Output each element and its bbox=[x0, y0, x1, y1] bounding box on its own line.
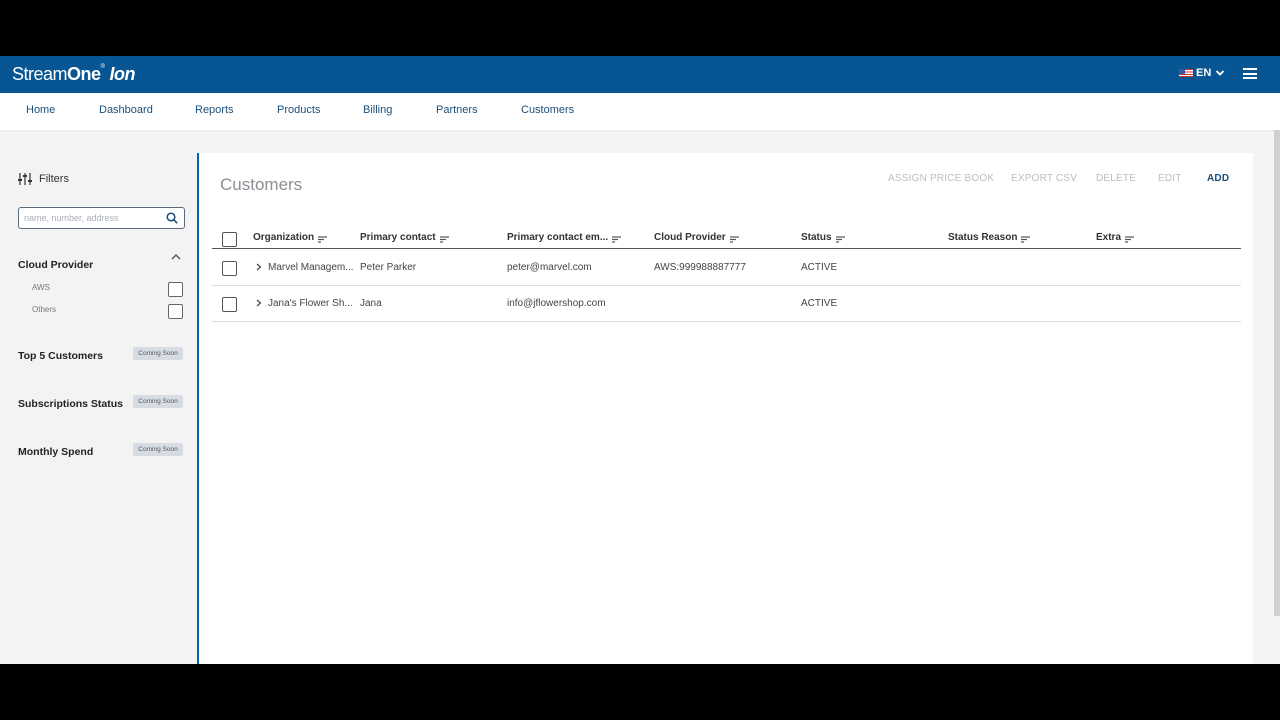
sort-icon[interactable] bbox=[318, 235, 328, 243]
nav-partners[interactable]: Partners bbox=[436, 104, 478, 116]
cell-status: ACTIVE bbox=[801, 298, 838, 309]
cell-email: peter@marvel.com bbox=[507, 262, 592, 273]
language-code: EN bbox=[1196, 67, 1212, 79]
edit-button[interactable]: EDIT bbox=[1158, 173, 1182, 184]
export-csv-button[interactable]: EXPORT CSV bbox=[1011, 173, 1077, 184]
nav-customers[interactable]: Customers bbox=[521, 104, 574, 116]
customers-panel: Customers ASSIGN PRICE BOOK EXPORT CSV D… bbox=[199, 153, 1253, 664]
language-selector[interactable]: EN bbox=[1179, 67, 1225, 79]
cell-status: ACTIVE bbox=[801, 262, 838, 273]
filter-option-others-checkbox[interactable] bbox=[168, 304, 183, 319]
widget-top-customers-title: Top 5 Customers bbox=[18, 350, 103, 362]
table-header: Organization Primary contact Primary con… bbox=[212, 227, 1241, 249]
filter-option-aws-label: AWS bbox=[32, 283, 50, 292]
nav-dashboard[interactable]: Dashboard bbox=[99, 104, 153, 116]
coming-soon-badge: Coming Soon bbox=[133, 443, 183, 456]
select-all-checkbox[interactable] bbox=[222, 232, 237, 247]
cell-primary-contact: Peter Parker bbox=[360, 262, 417, 273]
hamburger-menu-icon[interactable] bbox=[1243, 68, 1257, 80]
cell-organization: Jana's Flower Sh... bbox=[268, 298, 353, 309]
row-checkbox[interactable] bbox=[222, 261, 237, 276]
cell-organization: Marvel Managem... bbox=[268, 262, 354, 273]
main-nav: Home Dashboard Reports Products Billing … bbox=[0, 93, 1280, 130]
filter-option-aws-checkbox[interactable] bbox=[168, 282, 183, 297]
sort-icon[interactable] bbox=[1125, 235, 1135, 243]
sort-icon[interactable] bbox=[835, 235, 845, 243]
table-row[interactable]: Jana's Flower Sh... Jana info@jflowersho… bbox=[212, 286, 1241, 322]
cloud-provider-title[interactable]: Cloud Provider bbox=[18, 259, 93, 271]
app-bar: StreamOne® Ion EN bbox=[0, 56, 1280, 93]
search-input[interactable] bbox=[24, 213, 159, 223]
cell-email: info@jflowershop.com bbox=[507, 298, 606, 309]
table-row[interactable]: Marvel Managem... Peter Parker peter@mar… bbox=[212, 250, 1241, 286]
filter-option-others-label: Others bbox=[32, 305, 57, 314]
widget-subscriptions-title: Subscriptions Status bbox=[18, 398, 124, 410]
filters-label: Filters bbox=[39, 173, 69, 185]
page-title: Customers bbox=[220, 175, 303, 194]
column-header-primary-contact[interactable]: Primary contact bbox=[360, 232, 449, 243]
coming-soon-badge: Coming Soon bbox=[133, 347, 183, 360]
sort-icon[interactable] bbox=[729, 235, 739, 243]
search-icon[interactable] bbox=[166, 212, 178, 224]
chevron-down-icon bbox=[1216, 70, 1225, 76]
nav-billing[interactable]: Billing bbox=[363, 104, 392, 116]
column-header-cloud-provider[interactable]: Cloud Provider bbox=[654, 232, 739, 243]
row-checkbox[interactable] bbox=[222, 297, 237, 312]
cell-primary-contact: Jana bbox=[360, 298, 382, 309]
delete-button[interactable]: DELETE bbox=[1096, 173, 1136, 184]
filters-header: Filters bbox=[18, 173, 69, 185]
filters-sidebar: Filters Cloud Provider AWS Others Top 5 … bbox=[0, 153, 197, 664]
assign-price-book-button[interactable]: ASSIGN PRICE BOOK bbox=[888, 173, 994, 184]
nav-reports[interactable]: Reports bbox=[195, 104, 234, 116]
sliders-icon bbox=[18, 173, 32, 185]
sort-icon[interactable] bbox=[612, 235, 622, 243]
add-button[interactable]: ADD bbox=[1207, 173, 1229, 184]
us-flag-icon bbox=[1179, 69, 1193, 77]
brand-logo[interactable]: StreamOne® Ion bbox=[12, 64, 135, 85]
sort-icon[interactable] bbox=[1021, 235, 1031, 243]
column-header-status-reason[interactable]: Status Reason bbox=[948, 232, 1031, 243]
coming-soon-badge: Coming Soon bbox=[133, 395, 183, 408]
widget-monthly-spend-title: Monthly Spend bbox=[18, 446, 94, 458]
chevron-up-icon[interactable] bbox=[171, 253, 181, 261]
nav-home[interactable]: Home bbox=[26, 104, 55, 116]
app-frame: StreamOne® Ion EN Home Dashboard Reports … bbox=[0, 56, 1280, 664]
chevron-right-icon[interactable] bbox=[256, 299, 262, 307]
column-header-status[interactable]: Status bbox=[801, 232, 845, 243]
chevron-right-icon[interactable] bbox=[256, 263, 262, 271]
page-scrollbar[interactable] bbox=[1274, 130, 1280, 616]
search-field bbox=[18, 207, 185, 229]
sort-icon[interactable] bbox=[439, 235, 449, 243]
nav-products[interactable]: Products bbox=[277, 104, 320, 116]
cell-cloud-provider: AWS:999988887777 bbox=[654, 262, 746, 273]
column-header-organization[interactable]: Organization bbox=[253, 232, 328, 243]
column-header-primary-contact-email[interactable]: Primary contact em... bbox=[507, 232, 622, 243]
column-header-extra[interactable]: Extra bbox=[1096, 232, 1135, 243]
